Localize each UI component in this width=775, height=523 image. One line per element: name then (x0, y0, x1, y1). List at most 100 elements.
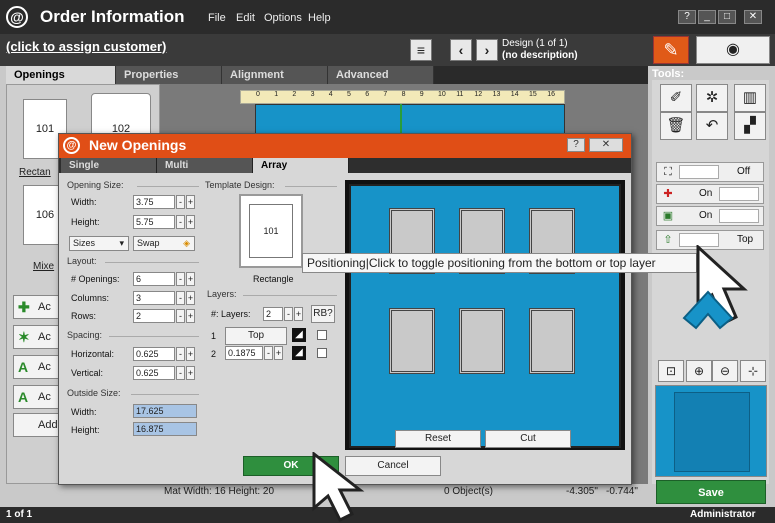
menu-help[interactable]: Help (308, 12, 331, 24)
ruler-tick-label: 9 (419, 91, 424, 98)
layer-2-color-swatch[interactable]: ◢ (292, 346, 306, 360)
preview-eye-icon[interactable]: ◉ (696, 36, 770, 64)
menu-edit[interactable]: Edit (236, 12, 255, 24)
swap-button[interactable]: Swap ◈ (133, 236, 195, 251)
layer-2-minus-button[interactable]: - (264, 346, 273, 360)
template-thumb[interactable]: 101 (239, 194, 303, 268)
ruler-tick-label: 8 (401, 91, 406, 98)
user-name: Administrator (690, 509, 756, 520)
title-bar: @ Order Information File Edit Options He… (0, 0, 775, 34)
menu-options[interactable]: Options (264, 12, 302, 24)
layers-icon[interactable]: ▞ (734, 112, 766, 140)
menu-icon[interactable]: ≡ (410, 39, 432, 61)
ruler-tick-label: 7 (383, 91, 388, 98)
columns-minus-button[interactable]: - (176, 291, 185, 305)
rows-minus-button[interactable]: - (176, 309, 185, 323)
layer-1-color-swatch[interactable]: ◢ (292, 328, 306, 342)
rows-plus-button[interactable]: + (186, 309, 195, 323)
thumbnail-mat (674, 392, 750, 472)
zoom-fit-icon[interactable]: ⊡ (658, 360, 684, 382)
help-window-button[interactable]: ? (678, 10, 696, 24)
tab-single[interactable]: Single (61, 158, 157, 173)
horizontal-spacing-input[interactable]: 0.625 (133, 347, 175, 361)
width-minus-button[interactable]: - (176, 195, 185, 209)
array-opening[interactable] (459, 308, 505, 374)
columns-plus-button[interactable]: + (186, 291, 195, 305)
design-count: Design (1 of 1) (502, 38, 568, 49)
pen-tool-icon[interactable]: ✐ (660, 84, 692, 112)
category-mixed[interactable]: Mixe (33, 261, 54, 272)
array-opening[interactable] (529, 308, 575, 374)
maximize-button[interactable]: □ (718, 10, 736, 24)
layer-2-checkbox[interactable] (317, 348, 327, 358)
layer-2-reveal-input[interactable]: 0.1875 (225, 346, 263, 360)
edit-pencil-icon[interactable]: ✎ (653, 36, 689, 64)
menu-file[interactable]: File (208, 12, 226, 24)
openings-minus-button[interactable]: - (176, 272, 185, 286)
swap-label: Swap (137, 238, 160, 248)
tab-multi[interactable]: Multi (157, 158, 253, 173)
tab-advanced[interactable]: Advanced (328, 66, 434, 84)
toggle-fit[interactable]: ⛶ Off (656, 162, 764, 182)
layers-plus-button[interactable]: + (294, 307, 303, 321)
height-plus-button[interactable]: + (186, 215, 195, 229)
undo-icon[interactable]: ↶ (696, 112, 728, 140)
tab-array[interactable]: Array (253, 158, 349, 173)
vertical-spacing-input[interactable]: 0.625 (133, 366, 175, 380)
opening-width-input[interactable]: 3.75 (133, 195, 175, 209)
tab-alignment[interactable]: Alignment (222, 66, 328, 84)
zoom-out-icon[interactable]: ⊖ (712, 360, 738, 382)
ruler-tool-icon[interactable]: ▥ (734, 84, 766, 112)
toggle-switch[interactable] (679, 165, 719, 179)
ruler-tick-label: 3 (310, 91, 315, 98)
toggle-switch[interactable] (719, 187, 759, 201)
save-button[interactable]: Save (656, 480, 766, 504)
height-minus-button[interactable]: - (176, 215, 185, 229)
dialog-close-button[interactable]: ✕ (589, 138, 623, 152)
vertical-plus-button[interactable]: + (186, 366, 195, 380)
toggle-fit-label: Off (737, 166, 751, 177)
opening-height-input[interactable]: 5.75 (133, 215, 175, 229)
openings-count-input[interactable]: 6 (133, 272, 175, 286)
cut-button[interactable]: Cut (485, 430, 571, 448)
reset-button[interactable]: Reset (395, 430, 481, 448)
close-window-button[interactable]: ✕ (744, 10, 762, 24)
layer-1-checkbox[interactable] (317, 330, 327, 340)
vertical-minus-button[interactable]: - (176, 366, 185, 380)
tab-properties[interactable]: Properties (116, 66, 222, 84)
ruler-tick-label: 4 (328, 91, 333, 98)
layers-count-input[interactable]: 2 (263, 307, 283, 321)
horizontal-ruler: 0 1 2 3 4 5 6 7 8 9 10 11 12 13 14 15 16 (240, 90, 565, 104)
sizes-dropdown[interactable]: Sizes ▾ (69, 236, 129, 251)
openings-plus-button[interactable]: + (186, 272, 195, 286)
minimize-button[interactable]: _ (698, 10, 716, 24)
gear-icon[interactable]: ✲ (696, 84, 728, 112)
zoom-in-icon[interactable]: ⊕ (686, 360, 712, 382)
layer-2-plus-button[interactable]: + (274, 346, 283, 360)
button-label: Ac (38, 301, 51, 313)
previous-design-button[interactable]: ‹ (450, 39, 472, 61)
dialog-help-button[interactable]: ? (567, 138, 585, 152)
thumbnail-preview[interactable] (655, 385, 767, 477)
layers-minus-button[interactable]: - (284, 307, 293, 321)
rb-button[interactable]: RB? (311, 305, 335, 323)
layer-1-position-button[interactable]: Top (225, 327, 287, 345)
horizontal-minus-button[interactable]: - (176, 347, 185, 361)
toggle-switch[interactable] (719, 209, 759, 223)
zoom-selection-icon[interactable]: ⊹ (740, 360, 766, 382)
assign-customer-link[interactable]: (click to assign customer) (6, 39, 166, 54)
main-tabs: Openings Properties Alignment Advanced (6, 66, 648, 84)
rows-input[interactable]: 2 (133, 309, 175, 323)
array-preview-mat[interactable] (349, 184, 621, 448)
toggle-snap[interactable]: ▣ On (656, 206, 764, 226)
columns-input[interactable]: 3 (133, 291, 175, 305)
category-rectangle[interactable]: Rectan (19, 167, 51, 178)
trash-icon[interactable]: 🗑 (660, 112, 692, 140)
tab-openings[interactable]: Openings (6, 66, 116, 84)
horizontal-plus-button[interactable]: + (186, 347, 195, 361)
width-plus-button[interactable]: + (186, 195, 195, 209)
array-opening[interactable] (389, 308, 435, 374)
toggle-crosshair[interactable]: ✚ On (656, 184, 764, 204)
mat-size-text: Mat Width: 16 Height: 20 (164, 486, 275, 497)
next-design-button[interactable]: › (476, 39, 498, 61)
